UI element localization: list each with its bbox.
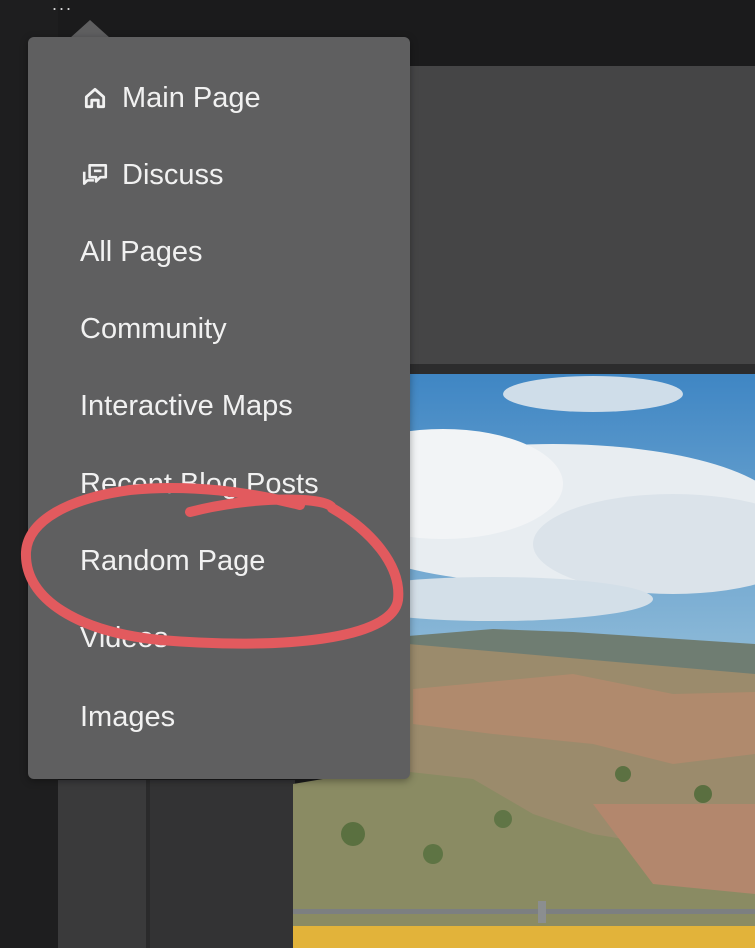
menu-item-label: Videos <box>80 621 169 654</box>
content-header-panel <box>408 66 755 364</box>
menu-item-label: Recent Blog Posts <box>80 467 319 500</box>
overflow-menu-icon[interactable]: ... <box>52 0 73 15</box>
menu-item-discuss[interactable]: Discuss <box>80 155 224 195</box>
dropdown-menu: Main Page Discuss All Pages Community In… <box>28 37 410 779</box>
menu-item-label: All Pages <box>80 235 203 268</box>
menu-item-label: Images <box>80 700 176 733</box>
accent-bar <box>293 926 755 948</box>
menu-item-label: Interactive Maps <box>80 389 293 422</box>
menu-item-main-page[interactable]: Main Page <box>80 78 261 118</box>
menu-item-label: Main Page <box>122 81 261 114</box>
discuss-icon <box>80 160 110 190</box>
menu-item-all-pages[interactable]: All Pages <box>80 232 203 272</box>
menu-item-random-page[interactable]: Random Page <box>80 541 265 581</box>
menu-item-recent-blog-posts[interactable]: Recent Blog Posts <box>80 464 319 504</box>
menu-caret <box>70 20 110 38</box>
background-column-2 <box>150 780 295 948</box>
panel-divider <box>408 364 755 374</box>
background-column <box>58 780 146 948</box>
menu-item-community[interactable]: Community <box>80 309 227 349</box>
home-icon <box>80 83 110 113</box>
menu-item-label: Discuss <box>122 158 224 191</box>
menu-item-label: Random Page <box>80 544 266 577</box>
menu-item-interactive-maps[interactable]: Interactive Maps <box>80 386 293 426</box>
menu-item-images[interactable]: Images <box>80 697 175 737</box>
menu-item-videos[interactable]: Videos <box>80 618 168 658</box>
menu-item-label: Community <box>80 312 227 345</box>
